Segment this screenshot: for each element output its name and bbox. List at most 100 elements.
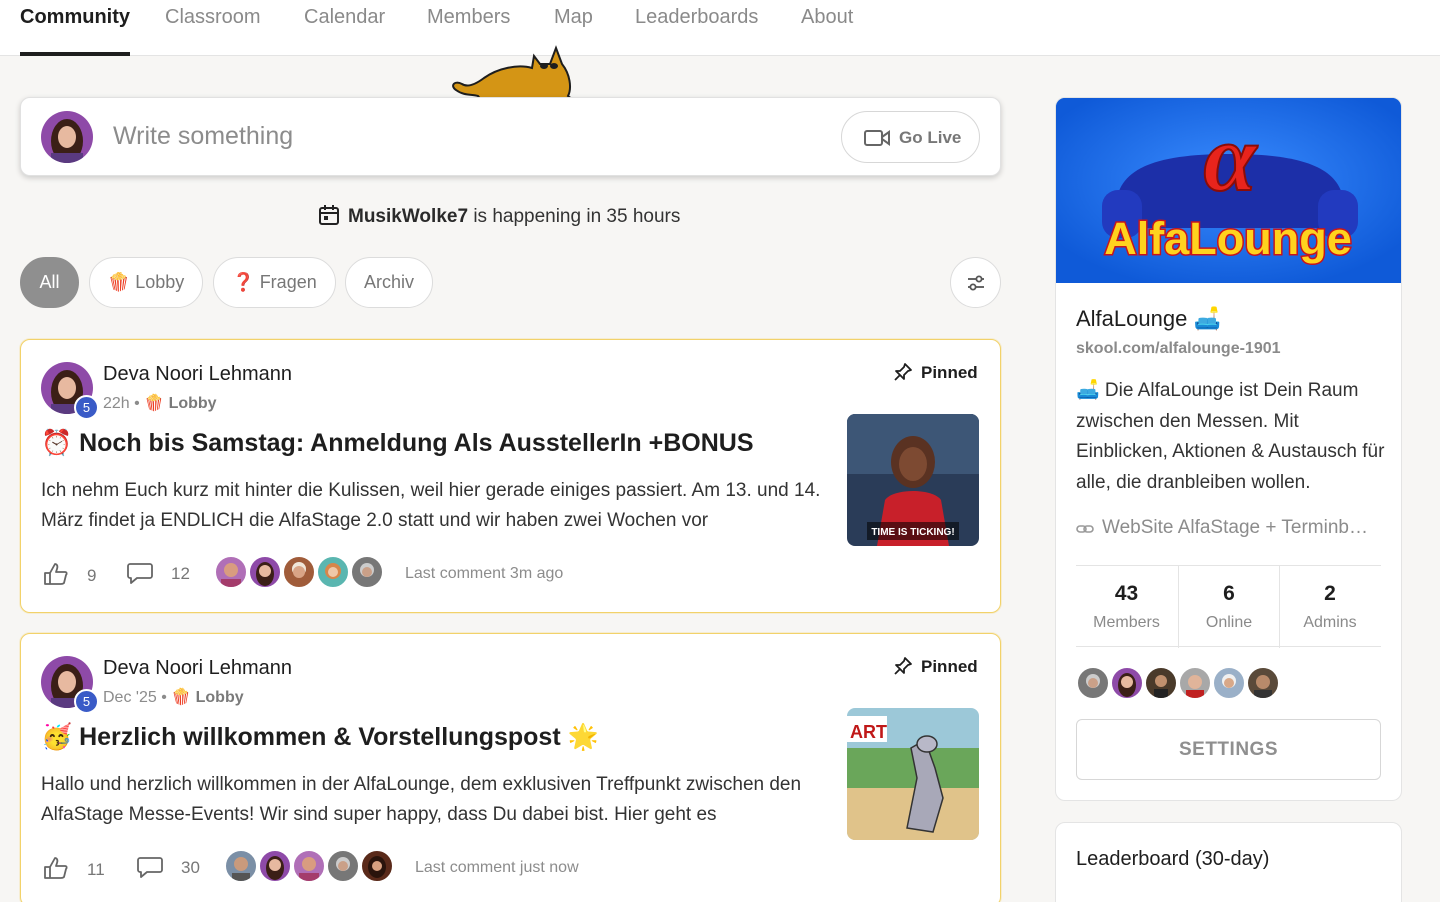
- tab-about[interactable]: About: [801, 6, 853, 56]
- settings-button[interactable]: SETTINGS: [1076, 719, 1381, 780]
- comment-button[interactable]: 12: [127, 562, 190, 584]
- group-info-card: α AlfaLounge AlfaLounge 🛋️ skool.com/alf…: [1055, 97, 1402, 801]
- avatar[interactable]: [1178, 666, 1212, 700]
- post-card[interactable]: 5 Deva Noori Lehmann 22h • 🍿 Lobby Pinne…: [20, 339, 1001, 613]
- post-card[interactable]: 5 Deva Noori Lehmann Dec '25 • 🍿 Lobby P…: [20, 633, 1001, 902]
- sliders-icon: [968, 275, 984, 291]
- group-name-text: AlfaLounge: [1076, 306, 1188, 331]
- avatar[interactable]: [248, 555, 282, 589]
- post-meta: 22h • 🍿 Lobby: [103, 395, 217, 412]
- comment-button[interactable]: 30: [137, 856, 200, 878]
- last-comment-time[interactable]: Last comment 3m ago: [405, 565, 563, 583]
- filter-chip-archiv[interactable]: Archiv: [345, 257, 433, 308]
- post-thumbnail[interactable]: TIME IS TICKING!: [847, 414, 979, 546]
- chip-label: Lobby: [135, 272, 185, 292]
- link-icon: [1076, 525, 1094, 533]
- avatar[interactable]: [1076, 666, 1110, 700]
- pin-icon: [894, 363, 912, 381]
- stat-number: 6: [1223, 582, 1235, 605]
- post-category[interactable]: Lobby: [169, 395, 217, 412]
- composer-placeholder[interactable]: Write something: [113, 122, 293, 151]
- filter-chip-lobby[interactable]: 🍿 Lobby: [89, 257, 203, 308]
- post-title-text: Herzlich willkommen & Vorstellungspost: [79, 723, 561, 751]
- post-composer[interactable]: Write something Go Live: [20, 97, 1001, 176]
- tab-classroom[interactable]: Classroom: [165, 6, 261, 56]
- thumbs-up-icon: [44, 857, 68, 879]
- stat-number: 2: [1324, 582, 1336, 605]
- like-button[interactable]: 11: [43, 856, 105, 880]
- upcoming-event-banner[interactable]: MusikWolke7 is happening in 35 hours: [318, 204, 680, 228]
- avatar[interactable]: [1110, 666, 1144, 700]
- post-excerpt: Ich nehm Euch kurz mit hinter die Kuliss…: [41, 480, 821, 531]
- filter-settings-button[interactable]: [950, 257, 1001, 308]
- post-thumbnail[interactable]: ART: [847, 708, 979, 840]
- post-category[interactable]: Lobby: [196, 689, 244, 706]
- group-link-text: WebSite AlfaStage + Terminb…: [1102, 517, 1368, 538]
- group-banner[interactable]: α AlfaLounge: [1056, 98, 1401, 283]
- go-live-button[interactable]: Go Live: [841, 111, 980, 163]
- group-description: 🛋️ Die AlfaLounge ist Dein Raum zwischen…: [1076, 380, 1385, 493]
- post-author[interactable]: Deva Noori Lehmann: [103, 363, 292, 386]
- avatar[interactable]: [360, 849, 394, 883]
- avatar[interactable]: [326, 849, 360, 883]
- filter-chip-fragen[interactable]: ❓ Fragen: [213, 257, 336, 308]
- avatar[interactable]: [1246, 666, 1280, 700]
- like-button[interactable]: 9: [43, 562, 96, 586]
- comment-count: 30: [181, 858, 200, 877]
- event-text: is happening in 35 hours: [473, 206, 681, 227]
- comment-count: 12: [171, 564, 190, 583]
- question-mark-icon: ❓: [232, 272, 255, 292]
- level-badge: 5: [74, 689, 99, 714]
- avatar[interactable]: [1144, 666, 1178, 700]
- pinned-indicator: Pinned: [893, 656, 978, 677]
- event-name[interactable]: MusikWolke7: [348, 206, 468, 227]
- star-icon: 🌟: [567, 723, 599, 751]
- post-author[interactable]: Deva Noori Lehmann: [103, 657, 292, 680]
- avatar[interactable]: [316, 555, 350, 589]
- post-time: 22h: [103, 395, 130, 412]
- stat-label: Members: [1093, 614, 1160, 631]
- post-time: Dec '25: [103, 689, 157, 706]
- stat-admins[interactable]: 2 Admins: [1279, 566, 1380, 648]
- thumbs-up-icon: [44, 563, 68, 585]
- avatar[interactable]: [292, 849, 326, 883]
- tab-calendar[interactable]: Calendar: [304, 6, 385, 56]
- group-name: AlfaLounge 🛋️: [1076, 306, 1221, 332]
- like-count: 11: [87, 860, 105, 879]
- group-link[interactable]: WebSite AlfaStage + Terminb…: [1076, 517, 1381, 539]
- post-title[interactable]: 🥳 Herzlich willkommen & Vorstellungspost…: [41, 723, 599, 752]
- top-navigation: Community Classroom Calendar Members Map…: [0, 0, 1440, 56]
- post-title-text: Noch bis Samstag: Anmeldung Als Ausstell…: [79, 429, 754, 457]
- go-live-label: Go Live: [899, 128, 962, 147]
- last-comment-time[interactable]: Last comment just now: [415, 859, 579, 877]
- leaderboard-title[interactable]: Leaderboard (30-day): [1076, 848, 1269, 871]
- comment-bubble-icon: [137, 857, 163, 878]
- thumb-caption: ART: [850, 722, 887, 742]
- post-meta: Dec '25 • 🍿 Lobby: [103, 689, 244, 706]
- stat-number: 43: [1114, 582, 1139, 605]
- chip-label: All: [39, 272, 60, 292]
- stat-members[interactable]: 43 Members: [1076, 566, 1177, 648]
- popcorn-icon: 🍿: [107, 272, 131, 292]
- stat-online[interactable]: 6 Online: [1178, 566, 1279, 648]
- party-face-icon: 🥳: [41, 723, 73, 751]
- avatar[interactable]: [258, 849, 292, 883]
- pinned-indicator: Pinned: [893, 362, 978, 383]
- banner-symbol: α: [1203, 104, 1258, 211]
- tab-leaderboards[interactable]: Leaderboards: [635, 6, 758, 56]
- avatar[interactable]: [282, 555, 316, 589]
- pinned-label: Pinned: [921, 657, 978, 676]
- filter-chip-all[interactable]: All: [20, 257, 79, 308]
- comment-bubble-icon: [127, 563, 153, 584]
- post-title[interactable]: ⏰ Noch bis Samstag: Anmeldung Als Ausste…: [41, 429, 754, 458]
- calendar-icon: [319, 205, 339, 225]
- avatar[interactable]: [350, 555, 384, 589]
- level-badge: 5: [74, 395, 99, 420]
- avatar[interactable]: [224, 849, 258, 883]
- group-url[interactable]: skool.com/alfalounge-1901: [1076, 340, 1281, 358]
- tab-community[interactable]: Community: [20, 6, 130, 56]
- avatar[interactable]: [214, 555, 248, 589]
- avatar[interactable]: [1212, 666, 1246, 700]
- stat-label: Online: [1205, 614, 1253, 631]
- popcorn-icon: 🍿: [171, 689, 192, 706]
